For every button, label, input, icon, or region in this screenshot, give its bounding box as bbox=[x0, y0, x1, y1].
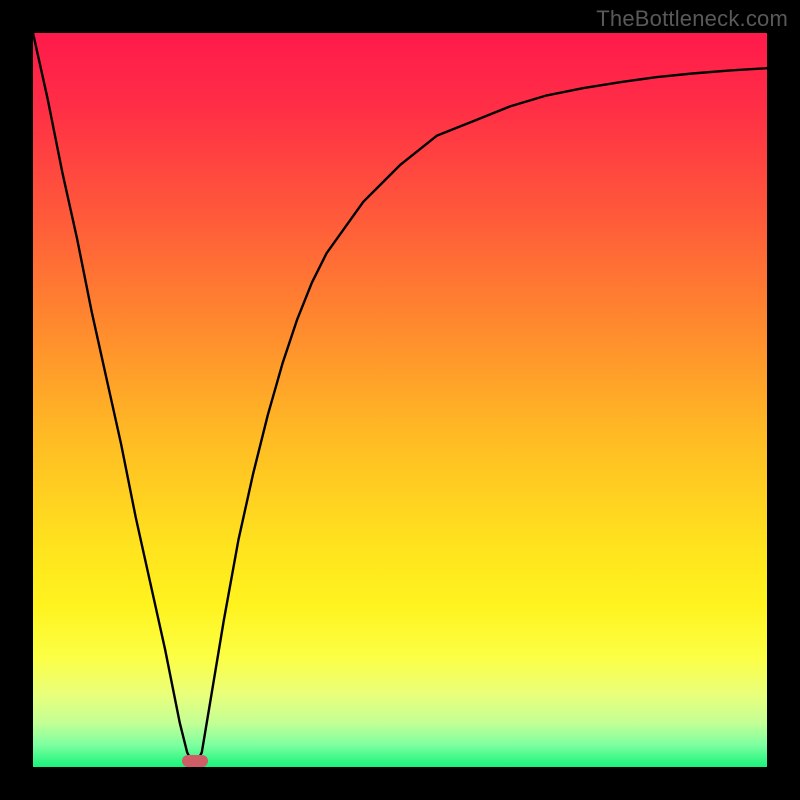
watermark-text: TheBottleneck.com bbox=[596, 6, 788, 32]
plot-area bbox=[33, 33, 767, 767]
chart-frame: TheBottleneck.com bbox=[0, 0, 800, 800]
optimum-marker bbox=[182, 755, 208, 767]
bottleneck-curve bbox=[33, 33, 767, 767]
